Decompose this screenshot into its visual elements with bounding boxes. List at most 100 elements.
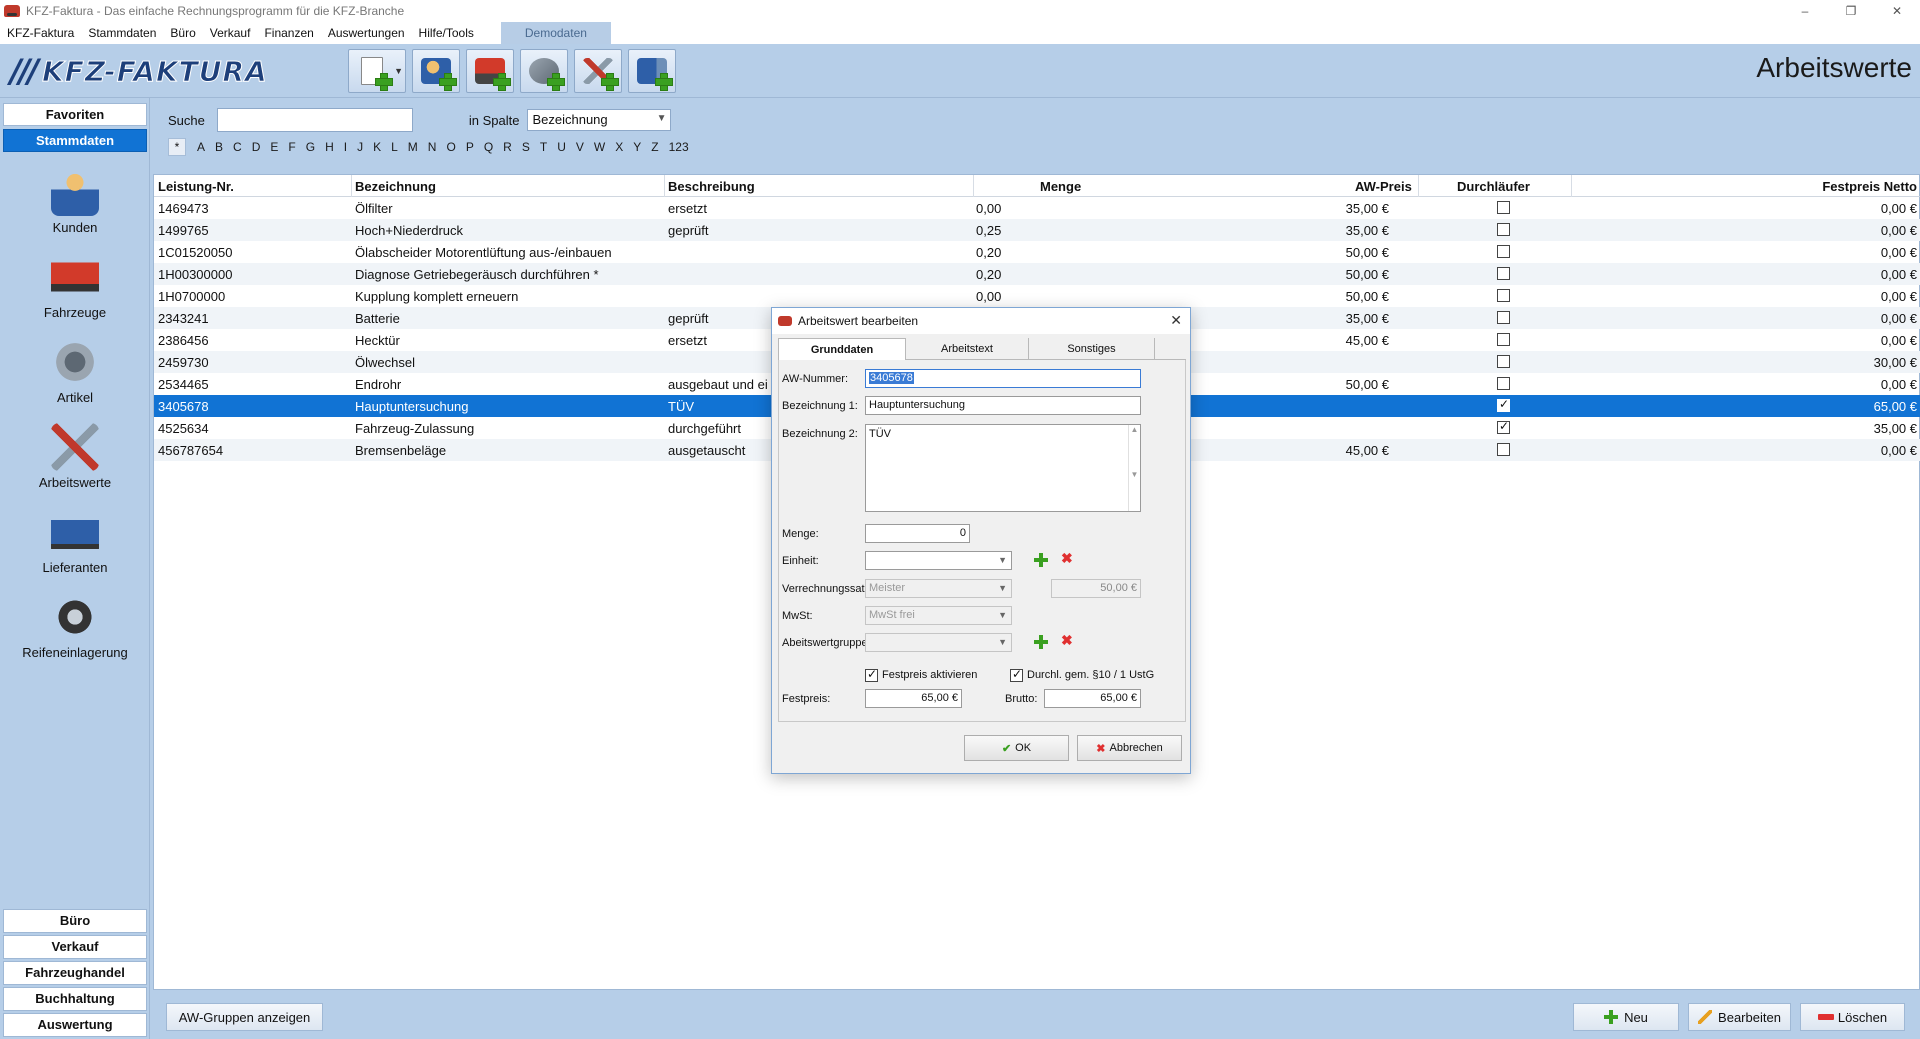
pass-through-checkbox[interactable]	[1497, 443, 1510, 456]
delete-button[interactable]: Löschen	[1800, 1003, 1905, 1031]
pass-through-checkbox[interactable]	[1497, 397, 1510, 412]
sidebar-item-reifeneinlagerung[interactable]: Reifeneinlagerung	[0, 593, 150, 673]
column-select[interactable]: Bezeichnung ▼	[527, 109, 672, 131]
fixed-price-checkbox[interactable]	[865, 667, 878, 682]
column-divider[interactable]	[1571, 175, 1572, 197]
menu-verkauf[interactable]: Verkauf	[203, 22, 258, 44]
alpha-filter-letter[interactable]: J	[357, 140, 363, 154]
column-header-beschreibung[interactable]: Beschreibung	[668, 179, 755, 194]
sidebar-tab-stammdaten[interactable]: Stammdaten	[3, 129, 147, 152]
pass-through-checkbox[interactable]	[1497, 355, 1510, 368]
alpha-filter-letter[interactable]: K	[373, 140, 381, 154]
new-document-button[interactable]: ▼	[348, 49, 406, 93]
alpha-filter-letter[interactable]: L	[391, 140, 398, 154]
alpha-filter-letter[interactable]: C	[233, 140, 242, 154]
close-icon[interactable]: ✕	[1170, 312, 1182, 329]
sidebar-item-arbeitswerte[interactable]: Arbeitswerte	[0, 423, 150, 503]
menu-hilfe-tools[interactable]: Hilfe/Tools	[412, 22, 481, 44]
alpha-filter-letter[interactable]: S	[522, 140, 530, 154]
minimize-button[interactable]: –	[1782, 0, 1828, 22]
alpha-filter-letter[interactable]: A	[197, 140, 205, 154]
add-customer-button[interactable]	[412, 49, 460, 93]
description1-input[interactable]: Hauptuntersuchung	[865, 396, 1141, 415]
alpha-filter-letter[interactable]: X	[615, 140, 623, 154]
description2-textarea[interactable]: TÜV ▲ ▼	[865, 424, 1141, 512]
column-header-durchlaeufer[interactable]: Durchläufer	[1457, 179, 1530, 194]
add-supplier-button[interactable]	[628, 49, 676, 93]
table-row[interactable]: 1H0700000 Kupplung komplett erneuern 0,00 5…	[154, 285, 1920, 307]
alpha-filter-letter[interactable]: W	[594, 140, 605, 154]
cancel-button[interactable]: ✖ Abbrechen	[1077, 735, 1182, 761]
alpha-filter-number[interactable]: 123	[669, 140, 689, 154]
new-button[interactable]: Neu	[1573, 1003, 1679, 1031]
menu-kfz-faktura[interactable]: KFZ-Faktura	[0, 22, 81, 44]
chevron-down-icon[interactable]: ▼	[394, 66, 403, 76]
pass-through-checkbox[interactable]	[1497, 245, 1510, 258]
add-vehicle-button[interactable]	[466, 49, 514, 93]
pass-through-checkbox[interactable]	[1497, 377, 1510, 390]
pass-through-checkbox[interactable]	[1497, 333, 1510, 346]
billing-rate-select[interactable]: Meister ▼	[865, 579, 1012, 598]
column-header-festpreis-netto[interactable]: Festpreis Netto	[1822, 179, 1917, 194]
textarea-scrollbar[interactable]: ▲ ▼	[1128, 425, 1140, 511]
pass-through-checkbox[interactable]	[1497, 201, 1510, 214]
column-divider[interactable]	[351, 175, 352, 197]
tab-sonstiges[interactable]: Sonstiges	[1029, 338, 1155, 360]
alpha-filter-letter[interactable]: Q	[484, 140, 493, 154]
menu-auswertungen[interactable]: Auswertungen	[321, 22, 412, 44]
add-unit-icon[interactable]	[1034, 553, 1048, 567]
alpha-filter-letter[interactable]: M	[408, 140, 418, 154]
pass-through-checkbox[interactable]	[1497, 311, 1510, 324]
sidebar-item-kunden[interactable]: Kunden	[0, 168, 150, 248]
alpha-filter-letter[interactable]: T	[540, 140, 547, 154]
alpha-filter-letter[interactable]: R	[503, 140, 512, 154]
sidebar-item-fahrzeuge[interactable]: Fahrzeuge	[0, 253, 150, 333]
restore-button[interactable]: ❐	[1828, 0, 1874, 22]
menu-buero[interactable]: Büro	[163, 22, 202, 44]
remove-group-icon[interactable]: ✖	[1061, 632, 1073, 649]
edit-button[interactable]: Bearbeiten	[1688, 1003, 1791, 1031]
alpha-filter-letter[interactable]: D	[252, 140, 261, 154]
work-value-group-select[interactable]: ▼	[865, 633, 1012, 652]
aw-number-input[interactable]: 3405678	[865, 369, 1141, 388]
alpha-filter-letter[interactable]: H	[325, 140, 334, 154]
alpha-filter-letter[interactable]: U	[557, 140, 566, 154]
sidebar-section-auswertung[interactable]: Auswertung	[3, 1013, 147, 1037]
quantity-input[interactable]: 0	[865, 524, 970, 543]
menu-finanzen[interactable]: Finanzen	[257, 22, 320, 44]
column-divider[interactable]	[664, 175, 665, 197]
sidebar-section-verkauf[interactable]: Verkauf	[3, 935, 147, 959]
alpha-filter-letter[interactable]: Z	[651, 140, 658, 154]
fixed-price-input[interactable]: 65,00 €	[865, 689, 962, 708]
column-divider[interactable]	[973, 175, 974, 197]
pass-through-checkbox[interactable]	[1497, 223, 1510, 236]
alpha-filter-letter[interactable]: V	[576, 140, 584, 154]
alpha-filter-letter[interactable]: I	[344, 140, 347, 154]
unit-select[interactable]: ▼	[865, 551, 1012, 570]
table-row[interactable]: 1H00300000 Diagnose Getriebegeräusch durc…	[154, 263, 1920, 285]
sidebar-section-fahrzeughandel[interactable]: Fahrzeughandel	[3, 961, 147, 985]
alpha-filter-letter[interactable]: B	[215, 140, 223, 154]
alpha-filter-letter[interactable]: Y	[633, 140, 641, 154]
column-header-menge[interactable]: Menge	[1040, 179, 1081, 194]
sidebar-tab-favoriten[interactable]: Favoriten	[3, 103, 147, 126]
table-row[interactable]: 1499765 Hoch+Niederdruck geprüft 0,25 35,00 …	[154, 219, 1920, 241]
column-header-leistung-nr[interactable]: Leistung-Nr.	[158, 179, 234, 194]
table-row[interactable]: 1469473 Ölfilter ersetzt 0,00 35,00 € 0,00 €	[154, 197, 1920, 219]
alpha-filter-letter[interactable]: E	[270, 140, 278, 154]
pass-through-checkbox[interactable]	[1497, 267, 1510, 280]
alpha-filter-letter[interactable]: O	[446, 140, 455, 154]
sidebar-section-buero[interactable]: Büro	[3, 909, 147, 933]
alpha-filter-letter[interactable]: G	[306, 140, 315, 154]
vat-select[interactable]: MwSt frei ▼	[865, 606, 1012, 625]
column-header-aw-preis[interactable]: AW-Preis	[1355, 179, 1412, 194]
tab-grunddaten[interactable]: Grunddaten	[778, 338, 906, 360]
sidebar-section-buchhaltung[interactable]: Buchhaltung	[3, 987, 147, 1011]
column-divider[interactable]	[1418, 175, 1419, 197]
remove-unit-icon[interactable]: ✖	[1061, 550, 1073, 567]
aw-groups-button[interactable]: AW-Gruppen anzeigen	[166, 1003, 323, 1031]
pass-through-checkbox[interactable]	[1497, 419, 1510, 434]
add-group-icon[interactable]	[1034, 635, 1048, 649]
ok-button[interactable]: ✔ OK	[964, 735, 1069, 761]
pass-through-checkbox[interactable]	[1010, 667, 1023, 682]
